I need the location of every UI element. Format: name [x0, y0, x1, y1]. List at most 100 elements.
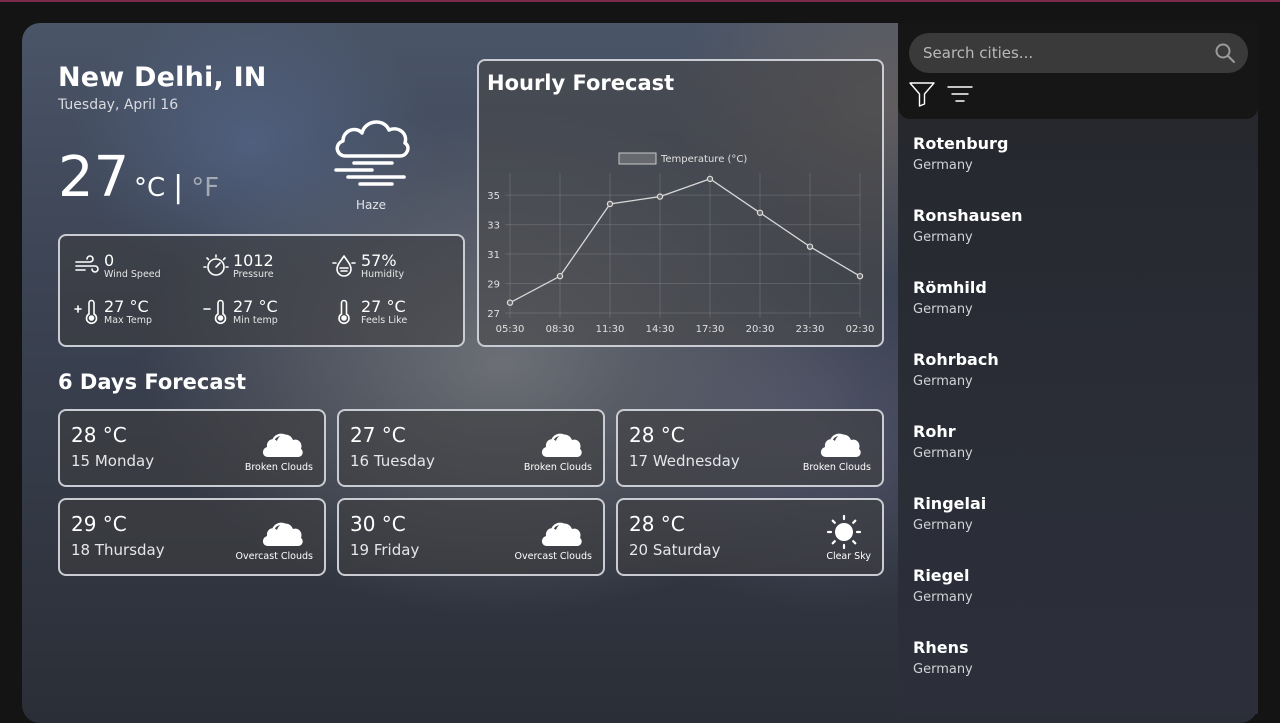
legend-label: Temperature (°C)	[660, 154, 747, 165]
city-country: Germany	[913, 518, 973, 533]
cloud-icon	[262, 433, 303, 457]
forecast-temp: 28 °C	[629, 512, 685, 536]
city-name: Römhild	[913, 278, 987, 297]
city-name: Ronshausen	[913, 206, 1023, 225]
forecast-card[interactable]: 28 °C 15 Monday Broken Clouds	[58, 409, 326, 487]
forecast-desc: Overcast Clouds	[235, 551, 313, 562]
condition-label: Haze	[355, 198, 387, 212]
forecast-card[interactable]: 28 °C 20 Saturday Clear Sky	[616, 498, 884, 576]
city-name: Riegel	[913, 566, 970, 585]
x-tick-label: 17:30	[696, 324, 725, 335]
city-country: Germany	[913, 230, 973, 245]
sun-icon	[826, 514, 862, 550]
cloud-icon	[541, 522, 582, 546]
humidity-value: 57%	[361, 251, 397, 270]
y-tick-label: 27	[487, 309, 500, 320]
location-city: New Delhi, IN	[58, 62, 267, 93]
forecast-day: 16 Tuesday	[350, 452, 435, 470]
search-icon[interactable]	[1214, 42, 1236, 64]
max-temp-value: 27 °C	[104, 297, 149, 316]
current-temperature: 27	[58, 145, 130, 210]
city-list-item[interactable]: Römhild Germany	[913, 278, 1243, 338]
data-point[interactable]	[556, 272, 564, 280]
city-list-item[interactable]: Rohr Germany	[913, 422, 1243, 482]
city-list-item[interactable]: Rhens Germany	[913, 638, 1243, 698]
wind-label: Wind Speed	[104, 269, 161, 280]
x-tick-label: 23:30	[796, 324, 825, 335]
city-country: Germany	[913, 590, 973, 605]
x-tick-label: 05:30	[496, 324, 525, 335]
feels-like-value: 27 °C	[361, 297, 406, 316]
forecast-temp: 27 °C	[350, 423, 406, 447]
forecast-day: 20 Saturday	[629, 541, 721, 559]
six-days-title: 6 Days Forecast	[58, 370, 247, 394]
hourly-forecast-panel: Hourly Forecast 27 29 31 33 35 05:30 08:30 11:…	[477, 59, 884, 347]
forecast-day: 17 Wednesday	[629, 452, 740, 470]
stat-pressure: 1012 Pressure	[203, 252, 274, 280]
data-point[interactable]	[506, 299, 514, 306]
celsius-toggle[interactable]: °C	[134, 173, 165, 203]
fahrenheit-toggle[interactable]: °F	[191, 173, 219, 203]
stat-humidity: 57% Humidity	[331, 252, 404, 280]
unit-separator: |	[173, 170, 184, 205]
forecast-card[interactable]: 30 °C 19 Friday Overcast Clouds	[337, 498, 605, 576]
wind-icon	[75, 255, 99, 273]
forecast-card[interactable]: 29 °C 18 Thursday Overcast Clouds	[58, 498, 326, 576]
data-point[interactable]	[856, 272, 864, 280]
pressure-icon	[203, 254, 229, 276]
forecast-desc: Broken Clouds	[244, 462, 313, 473]
cloud-icon	[541, 433, 582, 457]
forecast-card[interactable]: 27 °C 16 Tuesday Broken Clouds	[337, 409, 605, 487]
city-name: Rohrbach	[913, 350, 999, 369]
city-name: Rhens	[913, 638, 969, 657]
y-tick-label: 35	[487, 191, 500, 202]
pressure-value: 1012	[233, 251, 274, 270]
forecast-day: 15 Monday	[71, 452, 155, 470]
city-list-item[interactable]: Rohrbach Germany	[913, 350, 1243, 410]
min-temp-value: 27 °C	[233, 297, 278, 316]
data-point[interactable]	[656, 193, 664, 200]
feels-like-label: Feels Like	[361, 315, 408, 326]
city-list-item[interactable]: Ronshausen Germany	[913, 206, 1243, 266]
forecast-desc: Broken Clouds	[802, 462, 871, 473]
x-tick-label: 20:30	[746, 324, 775, 335]
city-country: Germany	[913, 158, 973, 173]
stats-panel: 0 Wind Speed 1012 Pressure 57% Humidity	[58, 234, 465, 347]
data-point[interactable]	[806, 243, 814, 250]
forecast-card[interactable]: 28 °C 17 Wednesday Broken Clouds	[616, 409, 884, 487]
city-list-item[interactable]: Rotenburg Germany	[913, 134, 1243, 194]
forecast-temp: 29 °C	[71, 512, 127, 536]
forecast-desc: Clear Sky	[826, 551, 871, 562]
cloud-icon	[820, 433, 861, 457]
forecast-desc: Overcast Clouds	[514, 551, 592, 562]
data-point[interactable]	[606, 200, 614, 208]
city-country: Germany	[913, 302, 973, 317]
sort-icon[interactable]	[947, 83, 973, 105]
x-tick-label: 08:30	[546, 324, 575, 335]
forecast-day: 18 Thursday	[71, 541, 165, 559]
top-accent-line	[0, 0, 1280, 2]
humidity-icon	[332, 255, 356, 277]
stat-wind: 0 Wind Speed	[74, 252, 161, 280]
filter-icon[interactable]	[909, 81, 935, 107]
data-point[interactable]	[756, 209, 764, 216]
thermometer-icon	[338, 299, 350, 325]
series-line-temperature	[509, 178, 861, 304]
hourly-chart: 27 29 31 33 35 05:30 08:30 11:30 14:30 17:30 20:3…	[487, 152, 875, 335]
data-point[interactable]	[706, 175, 714, 183]
thermometer-plus-icon	[74, 299, 98, 325]
y-tick-label: 29	[487, 280, 500, 291]
x-tick-label: 02:30	[846, 324, 875, 335]
city-sidebar: Rotenburg Germany Ronshausen Germany Röm…	[898, 23, 1258, 714]
wind-value: 0	[104, 251, 115, 270]
stat-min-temp: 27 °C Min temp	[203, 298, 278, 326]
city-name: Ringelai	[913, 494, 987, 513]
city-list-item[interactable]: Riegel Germany	[913, 566, 1243, 626]
legend-swatch[interactable]	[618, 152, 657, 165]
x-tick-label: 14:30	[646, 324, 675, 335]
stat-max-temp: 27 °C Max Temp	[74, 298, 152, 326]
search-input[interactable]	[923, 33, 1203, 73]
forecast-temp: 30 °C	[350, 512, 406, 536]
city-list-item[interactable]: Ringelai Germany	[913, 494, 1243, 554]
city-country: Germany	[913, 374, 973, 389]
